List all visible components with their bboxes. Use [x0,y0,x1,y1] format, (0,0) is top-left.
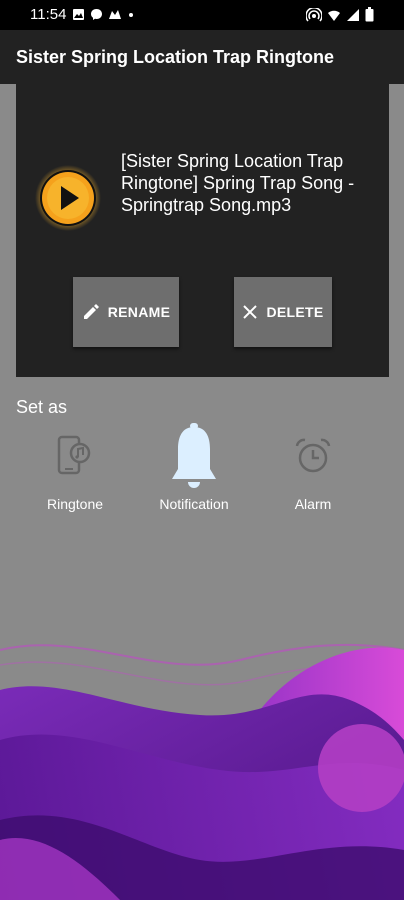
status-notification-icons [72,8,135,21]
hotspot-icon [306,7,322,22]
app-bar: Sister Spring Location Trap Ringtone [0,30,404,84]
status-time: 11:54 [30,6,67,23]
signal-icon [347,8,359,21]
phone-ringtone-icon [57,435,91,475]
play-icon [35,165,101,231]
battery-icon [365,7,374,22]
status-bar: 11:54 [0,0,404,30]
wifi-icon [328,10,340,21]
set-as-ringtone-option[interactable]: Ringtone [20,420,130,512]
notification-label: Notification [159,496,229,512]
play-button[interactable] [35,165,101,231]
rename-label: RENAME [107,304,171,320]
set-as-alarm-option[interactable]: Alarm [258,420,368,512]
app-icon [109,10,121,19]
alarm-clock-icon [295,438,331,473]
delete-button[interactable]: DELETE [234,277,332,347]
set-as-heading: Set as [16,397,68,417]
pencil-icon [83,304,99,319]
gallery-icon [73,9,84,20]
messenger-icon [91,9,102,20]
app-title: Sister Spring Location Trap Ringtone [16,47,335,67]
alarm-label: Alarm [294,496,332,512]
delete-label: DELETE [266,304,324,320]
bell-icon [172,423,216,488]
file-name: [Sister Spring Location Trap Ringtone] S… [121,151,355,215]
close-icon [243,305,258,319]
set-as-notification-option[interactable]: Notification [139,420,249,512]
dot-icon [129,13,133,17]
decorative-waves [0,643,404,900]
status-system-icons [306,7,374,22]
ringtone-label: Ringtone [46,496,104,512]
rename-button[interactable]: RENAME [73,277,179,347]
